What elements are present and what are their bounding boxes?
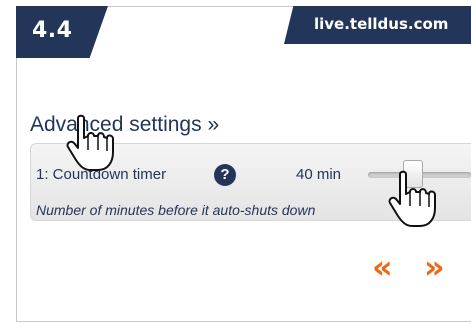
prev-arrow-icon[interactable]: « bbox=[372, 251, 393, 283]
setting-value: 40 min bbox=[296, 166, 342, 183]
pointing-hand-icon bbox=[388, 170, 436, 227]
setting-description: Number of minutes before it auto-shuts d… bbox=[36, 202, 316, 218]
pointing-hand-icon bbox=[66, 114, 114, 171]
help-icon[interactable]: ? bbox=[214, 164, 236, 186]
domain-tab: live.telldus.com bbox=[284, 6, 471, 44]
next-arrow-icon[interactable]: » bbox=[424, 251, 445, 283]
advanced-settings-link[interactable]: Advanced settings » bbox=[30, 113, 219, 137]
step-number: 4.4 bbox=[32, 18, 73, 43]
domain-label: live.telldus.com bbox=[314, 15, 449, 33]
